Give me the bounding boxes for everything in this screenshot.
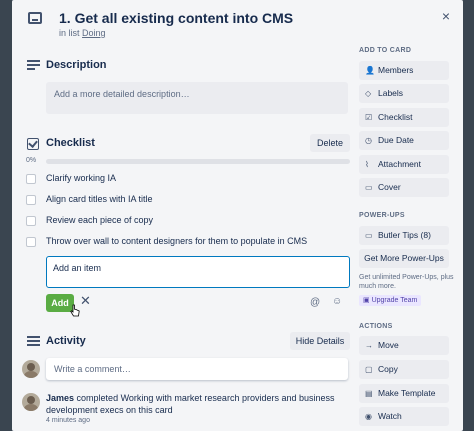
attachment-label: Attachment xyxy=(378,159,421,169)
cancel-add-item-button[interactable]: ✕ xyxy=(80,293,91,309)
card-title[interactable]: 1. Get all existing content into CMS xyxy=(59,10,293,26)
get-more-powerups-button[interactable]: Get More Power-Ups xyxy=(359,249,449,268)
watch-button[interactable]: ◉ Watch xyxy=(359,407,449,426)
checklist-item[interactable]: Review each piece of copy xyxy=(26,213,356,231)
powerups-heading: POWER-UPS xyxy=(359,212,405,219)
card-icon xyxy=(28,12,42,24)
board-backdrop-left xyxy=(0,0,12,431)
checklist-icon xyxy=(27,138,39,150)
avatar[interactable] xyxy=(22,393,40,411)
avatar[interactable] xyxy=(22,360,40,378)
close-button[interactable]: × xyxy=(437,7,455,25)
cover-button[interactable]: ▭ Cover xyxy=(359,178,449,197)
add-to-card-heading: ADD TO CARD xyxy=(359,47,412,54)
eye-icon: ◉ xyxy=(365,412,372,421)
checklist-item-text[interactable]: Align card titles with IA title xyxy=(46,194,153,204)
delete-checklist-button[interactable]: Delete xyxy=(310,134,350,152)
butler-tips-button[interactable]: ▭ Butler Tips (8) xyxy=(359,226,449,245)
attachment-button[interactable]: ⌇ Attachment xyxy=(359,155,449,174)
checklist-item[interactable]: Align card titles with IA title xyxy=(26,192,356,210)
checklist-label: Checklist xyxy=(378,112,413,122)
board-backdrop-right xyxy=(463,0,474,431)
activity-user[interactable]: James xyxy=(46,393,74,403)
actions-heading: ACTIONS xyxy=(359,323,393,330)
template-icon: ▤ xyxy=(365,389,373,398)
card-detail-modal: 1. Get all existing content into CMS in … xyxy=(12,0,463,431)
copy-label: Copy xyxy=(378,364,398,374)
watch-label: Watch xyxy=(378,411,402,421)
mention-icon[interactable]: @ xyxy=(310,297,320,308)
move-label: Move xyxy=(378,340,399,350)
description-field[interactable]: Add a more detailed description… xyxy=(46,82,348,114)
checklist-item-checkbox[interactable] xyxy=(26,237,36,247)
activity-entry-text: completed Working with market research p… xyxy=(46,393,335,415)
checklist-item[interactable]: Clarify working IA xyxy=(26,171,356,189)
tag-icon: ◇ xyxy=(365,89,372,98)
checklist-progress-bar xyxy=(46,159,350,164)
description-title: Description xyxy=(46,59,107,71)
upgrade-team-label: Upgrade Team xyxy=(371,297,418,304)
comment-input[interactable]: Write a comment… xyxy=(46,358,348,380)
checklist-item-text[interactable]: Review each piece of copy xyxy=(46,215,153,225)
powerups-note: Get unlimited Power-Ups, plus much more. xyxy=(359,274,454,290)
cover-icon: ▭ xyxy=(365,183,373,192)
make-template-label: Make Template xyxy=(378,388,436,398)
activity-title: Activity xyxy=(46,335,86,347)
butler-icon: ▭ xyxy=(365,231,373,240)
person-icon: 👤 xyxy=(365,66,375,75)
checklist-item-text[interactable]: Throw over wall to content designers for… xyxy=(46,236,307,246)
checklist-item-text[interactable]: Clarify working IA xyxy=(46,173,116,183)
activity-timestamp[interactable]: 4 minutes ago xyxy=(46,417,90,424)
copy-button[interactable]: ▢ Copy xyxy=(359,360,449,379)
butler-tips-label: Butler Tips (8) xyxy=(378,230,431,240)
labels-button[interactable]: ◇ Labels xyxy=(359,84,449,103)
arrow-right-icon: → xyxy=(365,341,373,350)
due-date-button[interactable]: ◷ Due Date xyxy=(359,131,449,150)
in-list-text: in list Doing xyxy=(59,28,106,38)
activity-entry: James completed Working with market rese… xyxy=(46,392,346,416)
emoji-icon[interactable]: ☺ xyxy=(332,296,342,307)
upgrade-team-button[interactable]: ▣ Upgrade Team xyxy=(359,295,422,306)
in-list-prefix: in list xyxy=(59,28,80,38)
description-icon xyxy=(27,60,40,70)
checklist-progress-percent: 0% xyxy=(26,157,37,164)
make-template-button[interactable]: ▤ Make Template xyxy=(359,384,449,403)
checklist-item[interactable]: Throw over wall to content designers for… xyxy=(26,234,356,252)
checklist-title[interactable]: Checklist xyxy=(46,137,95,149)
checklist-small-icon: ☑ xyxy=(365,113,373,122)
card-title-row: 1. Get all existing content into CMS xyxy=(22,8,362,30)
activity-icon xyxy=(27,336,40,346)
hand-cursor-icon xyxy=(70,304,80,317)
members-button[interactable]: 👤 Members xyxy=(359,61,449,80)
copy-icon: ▢ xyxy=(365,365,373,374)
checklist-item-checkbox[interactable] xyxy=(26,174,36,184)
move-button[interactable]: → Move xyxy=(359,336,449,355)
checklist-item-checkbox[interactable] xyxy=(26,195,36,205)
members-label: Members xyxy=(378,65,414,75)
labels-label: Labels xyxy=(378,88,404,98)
checklist-item-checkbox[interactable] xyxy=(26,216,36,226)
checklist-button[interactable]: ☑ Checklist xyxy=(359,108,449,127)
upgrade-icon: ▣ xyxy=(363,297,372,304)
list-name-link[interactable]: Doing xyxy=(82,28,106,38)
clock-icon: ◷ xyxy=(365,136,372,145)
paperclip-icon: ⌇ xyxy=(365,160,369,169)
add-item-input[interactable]: Add an item xyxy=(46,256,350,288)
hide-details-button[interactable]: Hide Details xyxy=(290,332,350,350)
due-date-label: Due Date xyxy=(378,135,414,145)
cover-label: Cover xyxy=(378,182,401,192)
